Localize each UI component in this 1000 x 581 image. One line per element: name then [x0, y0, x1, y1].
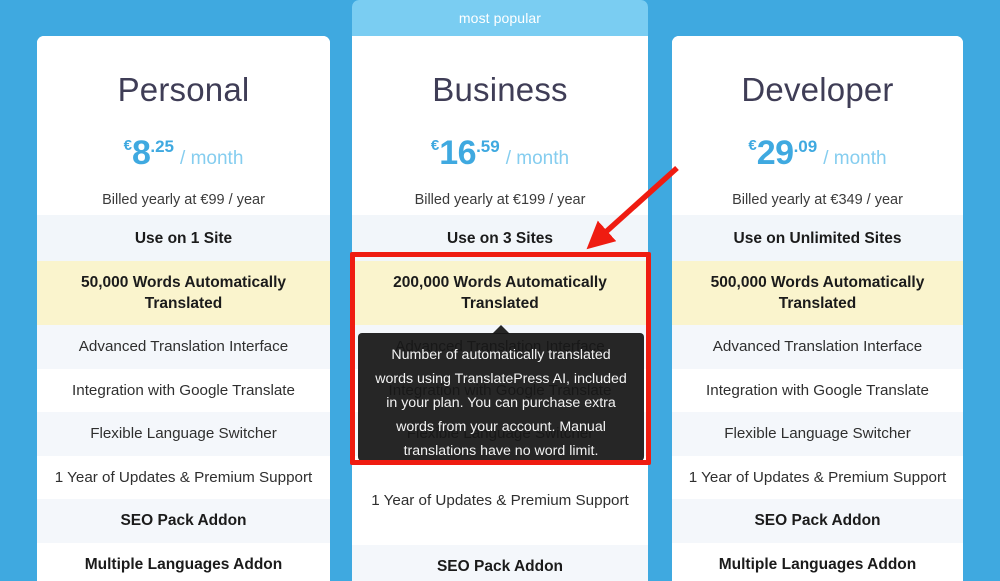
price-period: / month [505, 148, 570, 169]
feature-row: SEO Pack Addon [672, 499, 963, 543]
words-tooltip: Number of automatically translated words… [358, 325, 644, 461]
price-period: / month [180, 148, 244, 169]
price-period: / month [823, 148, 887, 169]
plan-header: Developer €29.09 / month Billed yearly at… [672, 36, 963, 215]
plan-title: Personal [117, 71, 250, 108]
feature-row-words[interactable]: 50,000 Words Automatically Translated [37, 261, 330, 325]
feature-row: Flexible Language Switcher [37, 412, 330, 456]
pricing-table: Personal €8.25 / month Billed yearly at €… [0, 0, 1000, 581]
feature-row-sites: Use on Unlimited Sites [672, 215, 963, 261]
feature-list: Use on Unlimited Sites 500,000 Words Aut… [672, 215, 963, 581]
billing-note: Billed yearly at €99 / year [102, 192, 265, 208]
feature-row: Integration with Google Translate [37, 368, 330, 412]
price-amount: 29 [756, 134, 794, 172]
currency-symbol: € [430, 137, 440, 154]
plan-header: Personal €8.25 / month Billed yearly at €… [37, 36, 330, 215]
price-amount: 16 [439, 134, 477, 172]
plan-header: Business €16.59 / month Billed yearly at … [352, 36, 648, 215]
plan-price: €29.09 / month [672, 125, 963, 181]
plan-title: Business [432, 71, 568, 108]
price-cents: .25 [150, 137, 175, 156]
card-body: Developer €29.09 / month Billed yearly at… [672, 36, 963, 581]
card-body: Business €16.59 / month Billed yearly at … [352, 36, 648, 581]
most-popular-badge: most popular [352, 0, 648, 36]
feature-row: Advanced Translation Interface [37, 325, 330, 369]
currency-symbol: € [123, 137, 132, 154]
plan-price: €8.25 / month [37, 125, 330, 181]
feature-row-sites: Use on 3 Sites [352, 215, 648, 261]
feature-row: 1 Year of Updates & Premium Support [672, 455, 963, 499]
price-cents: .59 [476, 137, 500, 156]
plan-title: Developer [741, 71, 894, 108]
pricing-card-personal[interactable]: Personal €8.25 / month Billed yearly at €… [37, 36, 330, 581]
currency-symbol: € [748, 137, 757, 154]
billing-note: Billed yearly at €199 / year [414, 192, 586, 208]
feature-row-sites: Use on 1 Site [37, 215, 330, 261]
feature-row: SEO Pack Addon [37, 499, 330, 543]
feature-row-words[interactable]: 500,000 Words Automatically Translated [672, 261, 963, 325]
plan-price: €16.59 / month [352, 125, 648, 181]
tooltip-pointer-icon [492, 325, 510, 334]
price-cents: .09 [793, 137, 818, 156]
billing-note: Billed yearly at €349 / year [732, 192, 903, 208]
feature-row: 1 Year of Updates & Premium Support [352, 455, 648, 545]
feature-row: 1 Year of Updates & Premium Support [37, 455, 330, 499]
price-amount: 8 [131, 134, 151, 172]
feature-row: Integration with Google Translate [672, 368, 963, 412]
tooltip-text: Number of automatically translated words… [375, 347, 627, 459]
feature-row: Flexible Language Switcher [672, 412, 963, 456]
feature-row: Multiple Languages Addon [672, 542, 963, 581]
feature-row-words[interactable]: 200,000 Words Automatically Translated [352, 261, 648, 325]
pricing-card-business[interactable]: most popular Business €16.59 / month Bill… [352, 0, 648, 581]
card-body: Personal €8.25 / month Billed yearly at €… [37, 36, 330, 581]
feature-row: SEO Pack Addon [352, 544, 648, 581]
feature-row: Multiple Languages Addon [37, 542, 330, 581]
feature-row: Advanced Translation Interface [672, 325, 963, 369]
feature-list: Use on 1 Site 50,000 Words Automatically… [37, 215, 330, 581]
pricing-card-developer[interactable]: Developer €29.09 / month Billed yearly at… [672, 36, 963, 581]
